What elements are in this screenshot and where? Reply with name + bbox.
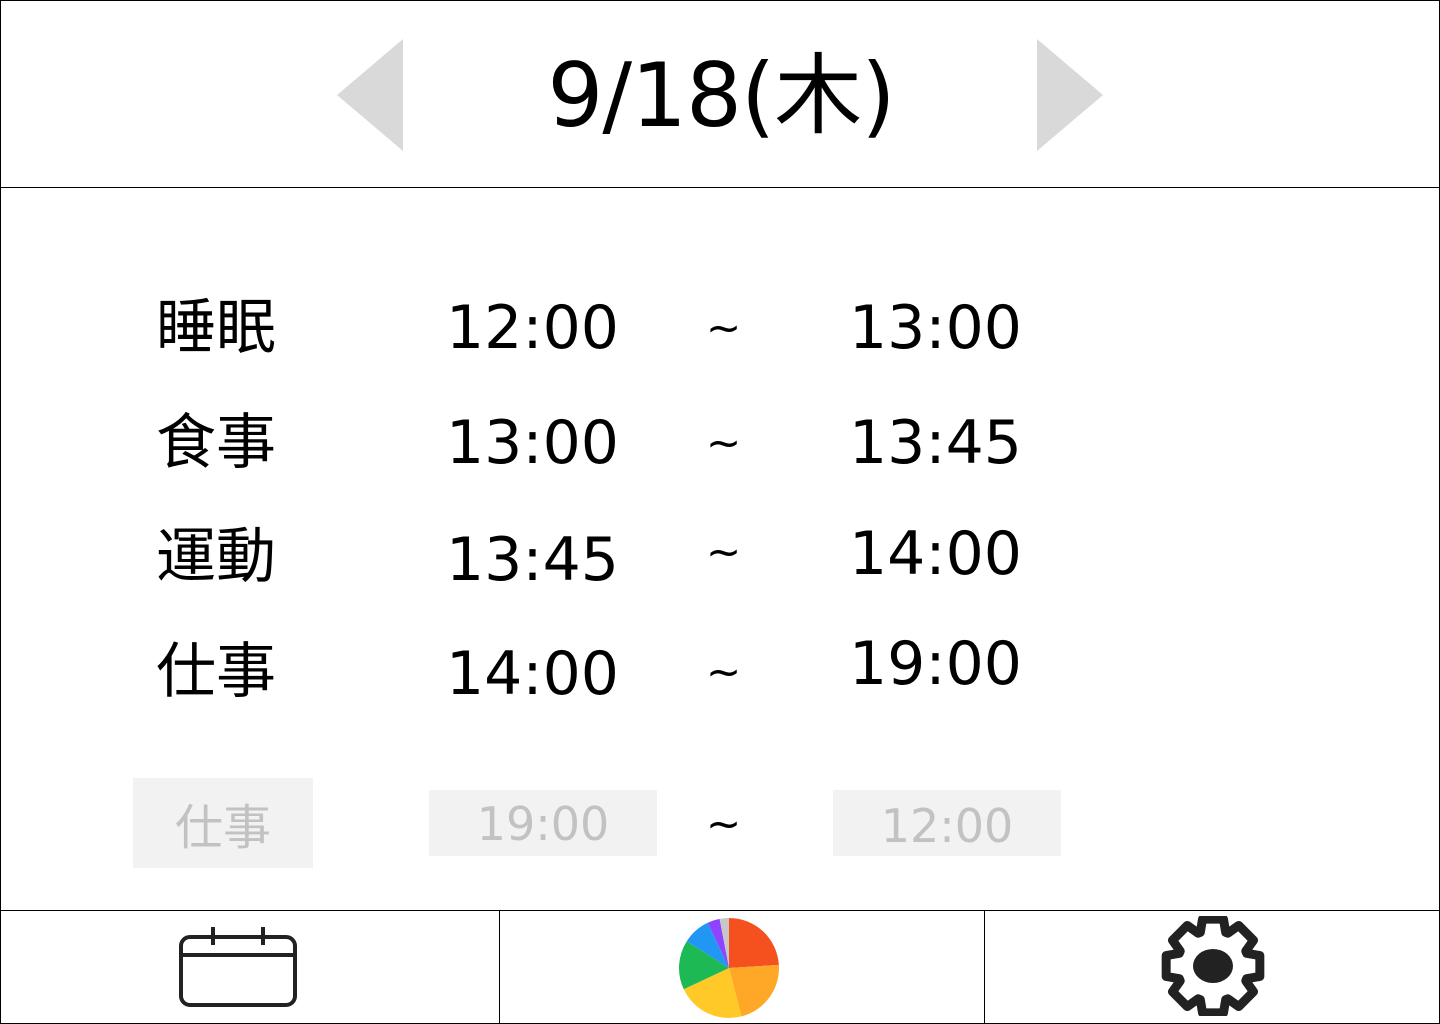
category-label: 睡眠 bbox=[156, 293, 276, 363]
category-input[interactable]: 仕事 bbox=[133, 778, 313, 868]
range-separator: ~ bbox=[706, 418, 742, 467]
start-time: 12:00 bbox=[446, 293, 619, 363]
next-day-button[interactable] bbox=[1037, 39, 1103, 151]
tab-calendar[interactable] bbox=[1, 911, 500, 1024]
range-separator: ~ bbox=[706, 799, 742, 848]
schedule-row[interactable]: 睡眠 12:00 ~ 13:00 bbox=[1, 283, 1439, 373]
app-frame: 9/18(木) 睡眠 12:00 ~ 13:00 食事 13:00 ~ 13:4… bbox=[0, 0, 1440, 1024]
tab-statistics[interactable] bbox=[500, 911, 985, 1024]
range-separator: ~ bbox=[706, 527, 742, 576]
end-time: 13:45 bbox=[849, 408, 1022, 478]
schedule-row[interactable]: 仕事 14:00 ~ 19:00 bbox=[1, 627, 1439, 717]
pie-icon-slice bbox=[729, 918, 779, 968]
category-label: 食事 bbox=[156, 408, 276, 478]
end-time: 14:00 bbox=[849, 519, 1022, 589]
start-time: 13:45 bbox=[446, 525, 619, 595]
end-time: 19:00 bbox=[849, 629, 1022, 699]
schedule-row[interactable]: 運動 13:45 ~ 14:00 bbox=[1, 512, 1439, 602]
start-time: 14:00 bbox=[446, 639, 619, 709]
calendar-icon bbox=[179, 927, 297, 1007]
date-header: 9/18(木) bbox=[1, 1, 1439, 188]
current-date: 9/18(木) bbox=[547, 44, 895, 147]
range-separator: ~ bbox=[706, 303, 742, 352]
prev-day-button[interactable] bbox=[337, 39, 403, 151]
schedule-row[interactable]: 食事 13:00 ~ 13:45 bbox=[1, 398, 1439, 488]
gear-icon bbox=[1161, 916, 1265, 1016]
category-label: 運動 bbox=[156, 522, 276, 592]
tab-settings[interactable] bbox=[985, 911, 1439, 1024]
category-label: 仕事 bbox=[156, 637, 276, 707]
start-time: 13:00 bbox=[446, 408, 619, 478]
tab-bar bbox=[1, 910, 1439, 1024]
range-separator: ~ bbox=[706, 647, 742, 696]
start-time-input[interactable]: 19:00 bbox=[429, 790, 657, 856]
end-time-input[interactable]: 12:00 bbox=[833, 790, 1061, 856]
end-time: 13:00 bbox=[849, 293, 1022, 363]
pie-chart-icon bbox=[679, 918, 779, 1018]
